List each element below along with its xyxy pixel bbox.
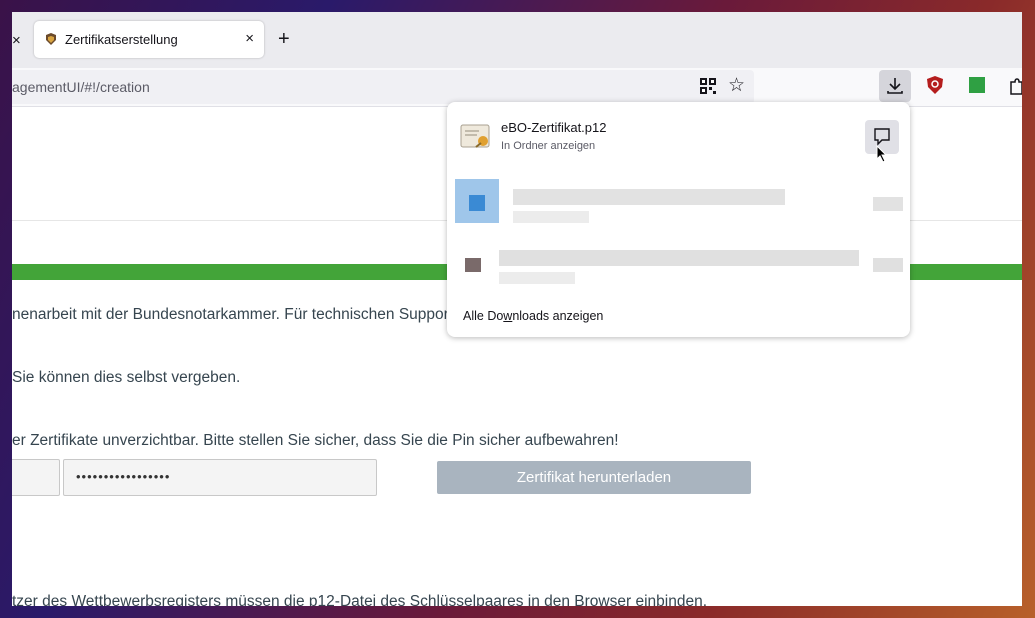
blurred-file-icon (465, 258, 481, 272)
support-text: nenarbeit mit der Bundesnotarkammer. Für… (12, 306, 449, 323)
blurred-file-status (499, 272, 575, 284)
download-arrow-icon (887, 78, 903, 94)
extensions-puzzle-icon[interactable] (1008, 78, 1022, 96)
download-item-blurred[interactable] (453, 240, 905, 286)
download-item-blurred[interactable] (453, 179, 905, 225)
downloads-panel: eBO-Zertifikat.p12 In Ordner anzeigen Al… (447, 102, 910, 337)
p12-instruction-text: tzer des Wettbewerbsregisters müssen die… (12, 593, 707, 606)
tab-zertifikatserstellung[interactable]: Zertifikatserstellung × (34, 21, 264, 58)
download-certificate-button[interactable]: Zertifikat herunterladen (437, 461, 751, 494)
pin-warning-text: er Zertifikate unverzichtbar. Bitte stel… (12, 432, 619, 449)
pin-hint-text: Sie können dies selbst vergeben. (12, 369, 241, 386)
show-all-downloads-link[interactable]: Alle Downloads anzeigen (463, 309, 603, 323)
mouse-cursor-icon (876, 145, 888, 163)
pin-confirm-input[interactable]: ••••••••••••••••• (63, 459, 377, 496)
blurred-file-icon-core (469, 195, 485, 211)
ublock-shield-icon[interactable] (927, 76, 943, 94)
show-all-prefix: Alle Do (463, 309, 504, 323)
blurred-file-name (499, 250, 859, 266)
show-all-suffix: nloads anzeigen (512, 309, 604, 323)
blurred-file-action (873, 258, 903, 272)
show-all-access-key: w (503, 309, 513, 323)
blurred-file-name (513, 189, 785, 205)
browser-window: × Zertifikatserstellung × + agementUI/#!… (12, 12, 1022, 606)
bookmark-star-icon[interactable]: ☆ (728, 74, 745, 98)
show-in-folder-text: In Ordner anzeigen (501, 140, 596, 152)
tab-title: Zertifikatserstellung (65, 32, 178, 47)
extension-green-icon[interactable] (969, 77, 985, 93)
url-bar[interactable]: agementUI/#!/creation ☆ (12, 70, 754, 104)
url-text[interactable]: agementUI/#!/creation (12, 79, 150, 95)
blurred-file-status (513, 211, 589, 223)
download-file-name[interactable]: eBO-Zertifikat.p12 (501, 120, 607, 135)
pin-masked-value: ••••••••••••••••• (76, 469, 171, 484)
tab-close-icon[interactable]: × (245, 30, 254, 47)
pin-input[interactable] (12, 459, 60, 496)
tab-strip: × Zertifikatserstellung × + (12, 12, 1022, 68)
downloads-button[interactable] (879, 70, 911, 102)
certificate-file-icon (460, 124, 490, 148)
qr-code-icon[interactable] (700, 78, 716, 94)
previous-tab-close-icon[interactable]: × (12, 32, 21, 49)
favicon-icon (46, 33, 56, 45)
new-tab-button[interactable]: + (278, 27, 290, 51)
blurred-file-action (873, 197, 903, 211)
